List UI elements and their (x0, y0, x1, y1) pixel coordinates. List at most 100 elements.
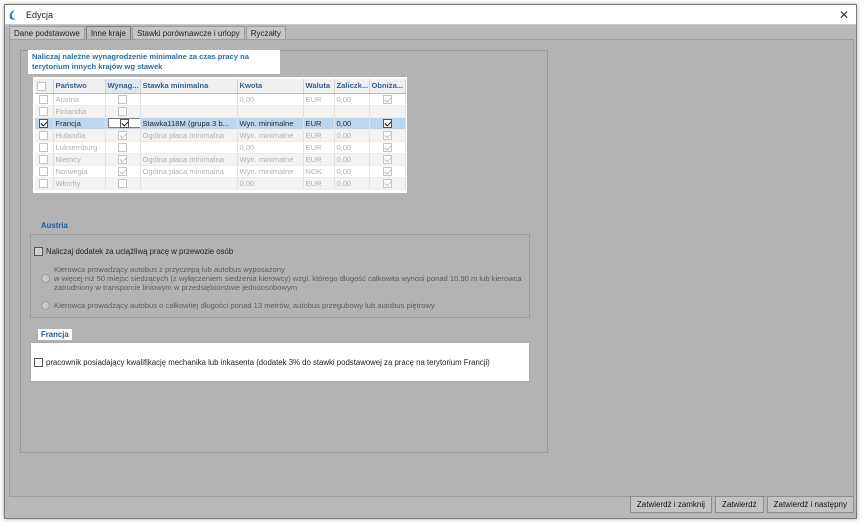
obniza-checkbox[interactable] (382, 142, 392, 152)
row-select-checkbox[interactable] (39, 154, 49, 164)
notice-label: Naliczaj należne wynagrodzenie minimalne… (28, 50, 280, 74)
wynag-checkbox[interactable] (118, 94, 127, 104)
col-waluta[interactable]: Waluta (303, 79, 335, 94)
obniza-checkbox[interactable] (382, 166, 392, 176)
col-select-all[interactable] (35, 79, 54, 94)
francja-mechanic-checkbox[interactable] (34, 358, 43, 367)
window-title: Edycja (26, 10, 54, 20)
approve-button[interactable]: Zatwierdź (714, 495, 764, 513)
cell-country: Hulandia (53, 129, 106, 142)
obniza-checkbox[interactable] (382, 130, 392, 140)
table-row[interactable]: Austria 0,00 EUR 0,00 (35, 93, 406, 106)
austria-radio-2-label: Kierowca prowadzący autobus o całkowitej… (54, 301, 435, 310)
select-all-checkbox[interactable] (37, 81, 46, 91)
table-row[interactable]: Hulandia Ogólna płaca minimalna Wyn. min… (35, 129, 406, 142)
tab-ryczalty[interactable]: Ryczałty (245, 26, 286, 40)
wynag-checkbox[interactable] (118, 166, 127, 176)
cell-currency: NOK (303, 165, 335, 178)
footer-buttons: Zatwierdź i zamknij Zatwierdź Zatwierdź … (9, 494, 854, 514)
countries-grid: Państwo Wynag... Stawka minimalna Kwota … (33, 77, 407, 193)
approve-next-button[interactable]: Zatwierdź i następny (766, 495, 854, 513)
grid-header: Państwo Wynag... Stawka minimalna Kwota … (35, 79, 406, 94)
cell-amount: Wyn. minimalne (237, 129, 304, 142)
table-row-selected[interactable]: Francja Stawka118M (grupa 3 b... Wyn. mi… (35, 117, 406, 130)
cell-rate (140, 141, 238, 154)
cell-rate: Ogólna płaca minimalna (140, 129, 238, 142)
tab-dane-podstawowe[interactable]: Dane podstawowe (9, 26, 85, 40)
cell-currency: EUR (303, 141, 335, 154)
col-zaliczka[interactable]: Zaliczk... (334, 79, 370, 94)
tab-stawki-porownawcze[interactable]: Stawki porównawcze i urlopy (131, 26, 245, 40)
cell-rate (140, 177, 238, 190)
cell-rate: Stawka118M (grupa 3 b... (140, 117, 238, 130)
cell-advance: 0,00 (334, 153, 370, 166)
obniza-checkbox[interactable] (382, 118, 392, 128)
wynag-checkbox[interactable] (118, 154, 127, 164)
row-select-checkbox[interactable] (39, 178, 49, 188)
obniza-checkbox[interactable] (382, 154, 392, 164)
col-stawka-minimalna[interactable]: Stawka minimalna (140, 79, 238, 94)
cell-country: Finlandia (53, 105, 106, 118)
cell-currency: EUR (303, 177, 335, 190)
cell-currency: EUR (303, 129, 335, 142)
table-row[interactable]: Finlandia (35, 105, 406, 118)
francja-checkbox-row[interactable]: pracownik posiadający kwalifikację mecha… (34, 358, 490, 367)
cell-advance: 0,00 (334, 141, 370, 154)
cell-country: Niemcy (53, 153, 106, 166)
row-select-checkbox[interactable] (39, 142, 49, 152)
app-logo-icon (9, 10, 16, 20)
row-select-checkbox[interactable] (39, 118, 49, 128)
row-select-checkbox[interactable] (39, 130, 49, 140)
table-row[interactable]: Luksemburg 0,00 EUR 0,00 (35, 141, 406, 154)
austria-checkbox-row[interactable]: Naliczaj dodatek za uciążliwą pracę w pr… (34, 247, 233, 256)
col-kwota[interactable]: Kwota (237, 79, 304, 94)
wynag-checkbox[interactable] (118, 106, 127, 116)
table-row[interactable]: Norwegia Ogólna płaca minimalna Wyn. min… (35, 165, 406, 178)
francja-mechanic-label: pracownik posiadający kwalifikację mecha… (46, 358, 490, 367)
col-wynag[interactable]: Wynag... (105, 79, 141, 94)
cell-amount: 0,00 (237, 141, 304, 154)
cell-advance: 0,00 (334, 93, 370, 106)
austria-group-label: Austria (41, 221, 68, 230)
obniza-checkbox[interactable] (382, 94, 392, 104)
cell-rate: Ogólna płaca minimalna (140, 153, 238, 166)
cell-country: Luksemburg (53, 141, 106, 154)
austria-radio-1-label: Kierowca prowadzący autobus z przyczepą … (54, 265, 522, 292)
cell-amount (237, 105, 304, 118)
wynag-checkbox[interactable] (118, 130, 127, 140)
cell-amount: Wyn. minimalne (237, 165, 304, 178)
obniza-checkbox[interactable] (382, 178, 392, 188)
austria-addon-checkbox[interactable] (34, 247, 43, 256)
cell-country: Norwegia (53, 165, 106, 178)
col-obniza[interactable]: Obniża... (369, 79, 406, 94)
table-row[interactable]: Włochy 0,00 EUR 0,00 (35, 177, 406, 190)
row-select-checkbox[interactable] (39, 106, 49, 116)
cell-currency (303, 105, 335, 118)
tab-strip: Dane podstawowe Inne kraje Stawki porówn… (9, 26, 287, 40)
cell-currency: EUR (303, 93, 335, 106)
wynag-checkbox[interactable] (118, 142, 127, 152)
austria-radio-2[interactable] (41, 301, 50, 310)
cell-currency: EUR (303, 117, 335, 130)
row-select-checkbox[interactable] (39, 166, 49, 176)
cell-advance: 0,00 (334, 117, 370, 130)
cell-rate (140, 93, 238, 106)
col-panstwo[interactable]: Państwo (53, 79, 106, 94)
row-select-checkbox[interactable] (39, 94, 49, 104)
austria-radio-1[interactable] (41, 274, 50, 283)
cell-currency: EUR (303, 153, 335, 166)
austria-radio-2-row[interactable]: Kierowca prowadzący autobus o całkowitej… (41, 301, 435, 310)
tab-inne-kraje[interactable]: Inne kraje (85, 26, 131, 40)
close-button[interactable]: ✕ (836, 7, 852, 23)
austria-radio-1-row[interactable]: Kierowca prowadzący autobus z przyczepą … (41, 265, 522, 292)
austria-addon-label: Naliczaj dodatek za uciążliwą pracę w pr… (46, 247, 234, 256)
wynag-editor[interactable] (107, 118, 139, 128)
wynag-checkbox[interactable] (120, 119, 129, 128)
table-row[interactable]: Niemcy Ogólna płaca minimalna Wyn. minim… (35, 153, 406, 166)
cell-amount: 0,00 (237, 177, 304, 190)
wynag-checkbox[interactable] (118, 178, 127, 188)
cell-amount: Wyn. minimalne (237, 153, 304, 166)
approve-close-button[interactable]: Zatwierdź i zamknij (629, 495, 712, 513)
cell-country: Francja (53, 117, 106, 130)
cell-country: Austria (53, 93, 106, 106)
